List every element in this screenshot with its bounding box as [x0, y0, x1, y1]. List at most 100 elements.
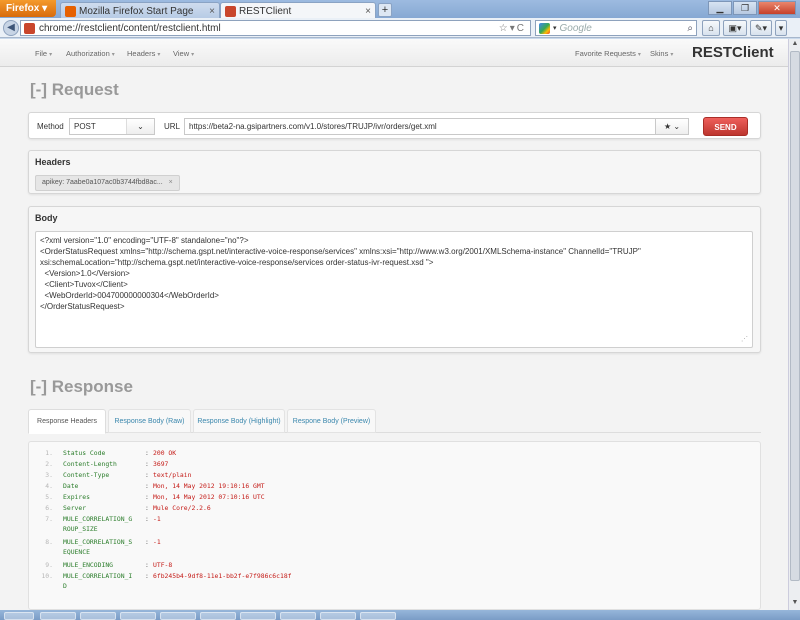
- back-arrow-icon[interactable]: ◀: [3, 20, 19, 36]
- firefox-menu-button[interactable]: Firefox ▾: [0, 0, 56, 17]
- taskbar-item[interactable]: [280, 612, 316, 620]
- headers-panel: Headers apikey: 7aabe0a107ac0b3744fbd8ac…: [28, 150, 761, 194]
- chevron-down-icon: ▾: [111, 52, 115, 58]
- search-icon[interactable]: ⌕: [687, 23, 696, 34]
- taskbar-item[interactable]: [200, 612, 236, 620]
- engine-dropdown-icon[interactable]: ▾: [553, 24, 557, 32]
- menu-favorite-requests[interactable]: Favorite Requests ▾: [575, 49, 641, 58]
- menu-headers[interactable]: Headers ▾: [127, 49, 160, 58]
- method-select[interactable]: POST ⌄: [69, 118, 155, 135]
- tab-response-headers[interactable]: Response Headers: [28, 409, 106, 434]
- minimize-icon[interactable]: ▁: [708, 1, 732, 15]
- taskbar-item[interactable]: [320, 612, 356, 620]
- header-name: MULE_CORRELATION_G ROUP_SIZE: [63, 515, 133, 533]
- tab-response-body-preview[interactable]: Respone Body (Preview): [287, 409, 376, 433]
- menu-view[interactable]: View ▾: [173, 49, 194, 58]
- remove-header-icon[interactable]: ×: [169, 179, 173, 186]
- taskbar-item[interactable]: [80, 612, 116, 620]
- chevron-down-icon: ⌄: [126, 119, 154, 134]
- method-label: Method: [37, 122, 64, 131]
- line-number: 8.: [45, 538, 53, 546]
- body-panel: Body <?xml version="1.0" encoding="UTF-8…: [28, 206, 761, 353]
- tab-title: Mozilla Firefox Start Page: [79, 6, 194, 17]
- tab-firefox-start[interactable]: Mozilla Firefox Start Page ×: [60, 2, 220, 18]
- search-placeholder: Google: [559, 22, 592, 34]
- separator: :: [145, 471, 149, 479]
- tab-response-body-raw[interactable]: Response Body (Raw): [108, 409, 191, 433]
- taskbar-item[interactable]: [120, 612, 156, 620]
- request-body-textarea[interactable]: <?xml version="1.0" encoding="UTF-8" sta…: [35, 231, 753, 348]
- app-menubar: File ▾ Authorization ▾ Headers ▾ View ▾ Favo…: [0, 39, 788, 67]
- response-section-toggle[interactable]: [-] Response: [30, 377, 133, 397]
- tab-restclient[interactable]: RESTClient ×: [220, 2, 376, 18]
- header-value: Mon, 14 May 2012 19:10:16 GMT: [153, 482, 265, 490]
- separator: :: [145, 493, 149, 501]
- header-value: -1: [153, 538, 161, 546]
- addon-icon[interactable]: ✎▾: [750, 20, 772, 36]
- favorite-star-icon[interactable]: ★ ⌄: [656, 118, 689, 135]
- header-name: MULE_ENCODING: [63, 561, 114, 569]
- separator: :: [145, 572, 149, 580]
- header-chip-text: apikey: 7aabe0a107ac0b3744fbd8ac...: [42, 179, 163, 186]
- body-title: Body: [35, 213, 58, 223]
- maximize-icon[interactable]: ❐: [733, 1, 757, 15]
- body-line: <Version>1.0</Version>: [40, 269, 130, 278]
- address-bar[interactable]: chrome://restclient/content/restclient.h…: [20, 20, 531, 36]
- taskbar-item[interactable]: [40, 612, 76, 620]
- request-bar: Method POST ⌄ URL https://beta2-na.gsipa…: [28, 112, 761, 139]
- tab-response-body-highlight[interactable]: Response Body (Highlight): [193, 409, 285, 433]
- taskbar: [0, 610, 800, 620]
- chevron-down-icon: ▾: [49, 52, 53, 58]
- menu-file[interactable]: File ▾: [35, 49, 52, 58]
- separator: :: [145, 460, 149, 468]
- home-icon[interactable]: ⌂: [702, 20, 720, 36]
- header-value: Mule Core/2.2.6: [153, 504, 211, 512]
- scrollbar-thumb[interactable]: [790, 51, 800, 581]
- browser-toolbar: ⌂ ▣▾ ✎▾ ▾: [702, 20, 787, 36]
- taskbar-item[interactable]: [240, 612, 276, 620]
- search-box[interactable]: ▾ Google ⌕: [535, 20, 697, 36]
- header-name: Content-Type: [63, 471, 110, 479]
- header-value: 3697: [153, 460, 169, 468]
- url-input[interactable]: https://beta2-na.gsipartners.com/v1.0/st…: [184, 118, 656, 135]
- chevron-down-icon: ▾: [191, 52, 195, 58]
- headers-title: Headers: [35, 157, 71, 167]
- new-tab-button[interactable]: +: [378, 3, 392, 17]
- page-scrollbar[interactable]: ▲ ▼: [788, 39, 800, 610]
- header-chip[interactable]: apikey: 7aabe0a107ac0b3744fbd8ac... ×: [35, 175, 180, 191]
- response-headers-list: 1. Status Code : 200 OK 2. Content-Lengt…: [28, 441, 761, 610]
- send-button[interactable]: SEND: [703, 117, 748, 136]
- request-section-toggle[interactable]: [-] Request: [30, 80, 119, 100]
- line-number: 10.: [41, 572, 53, 580]
- taskbar-item[interactable]: [160, 612, 196, 620]
- app-brand[interactable]: RESTClient: [692, 44, 774, 61]
- menu-label: Headers: [127, 49, 156, 58]
- google-engine-icon[interactable]: [539, 22, 550, 34]
- menu-label: Skins: [650, 49, 669, 58]
- tab-close-icon[interactable]: ×: [209, 6, 215, 17]
- restclient-favicon-icon: [225, 6, 236, 17]
- line-number: 3.: [45, 471, 53, 479]
- scroll-up-icon[interactable]: ▲: [790, 40, 800, 50]
- response-tabs: Response Headers Response Body (Raw) Res…: [28, 407, 761, 434]
- tab-close-icon[interactable]: ×: [365, 6, 371, 17]
- menu-authorization[interactable]: Authorization ▾: [66, 49, 115, 58]
- start-button[interactable]: [4, 612, 34, 620]
- screen-icon[interactable]: ▣▾: [723, 20, 747, 36]
- line-number: 2.: [45, 460, 53, 468]
- scroll-down-icon[interactable]: ▼: [790, 599, 800, 609]
- menu-chevron-icon[interactable]: ▾: [775, 20, 787, 36]
- menu-skins[interactable]: Skins ▾: [650, 49, 673, 58]
- body-line: <Client>Tuvox</Client>: [40, 280, 128, 289]
- firefox-menu-label: Firefox: [6, 3, 40, 14]
- site-identity-icon: [24, 22, 35, 34]
- firefox-favicon-icon: [65, 6, 76, 17]
- close-window-icon[interactable]: ✕: [758, 1, 796, 15]
- header-value: Mon, 14 May 2012 07:10:16 UTC: [153, 493, 265, 501]
- resize-grip-icon[interactable]: ⋰: [741, 334, 748, 345]
- bookmark-star-icon[interactable]: ☆▾C: [499, 23, 530, 34]
- body-line: <WebOrderId>004700000000304</WebOrderId>: [40, 291, 219, 300]
- taskbar-item[interactable]: [360, 612, 396, 620]
- window-titlebar: Firefox ▾ Mozilla Firefox Start Page × R…: [0, 0, 800, 18]
- line-number: 4.: [45, 482, 53, 490]
